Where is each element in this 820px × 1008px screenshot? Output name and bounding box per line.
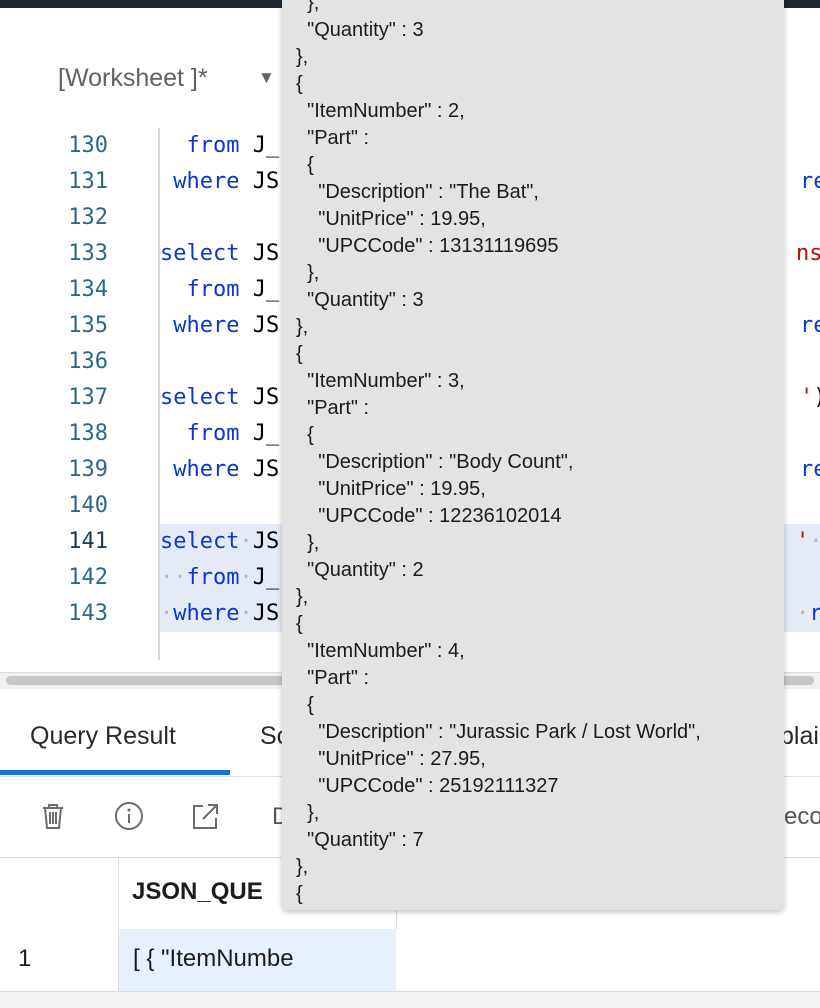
json-line: {	[296, 883, 303, 905]
row-number-header	[0, 858, 119, 930]
code-line-text: where JS	[173, 169, 280, 194]
row-number-cell: 1	[0, 929, 119, 991]
json-line: },	[296, 262, 320, 284]
line-number: 131	[68, 169, 108, 194]
json-line: {	[296, 613, 303, 635]
json-line: },	[296, 46, 309, 68]
json-line: "Quantity" : 3	[296, 289, 424, 311]
code-line-text: ··from·J_	[160, 565, 280, 590]
json-line: "Quantity" : 3	[296, 19, 424, 41]
json-line: "Quantity" : 2	[296, 559, 424, 581]
json-cell[interactable]: [ { "ItemNumbe	[119, 929, 396, 991]
json-line: },	[296, 586, 309, 608]
json-line: "Part" :	[296, 667, 370, 689]
table-row[interactable]: 1 [ { "ItemNumbe	[0, 929, 820, 992]
json-line: "UPCCode" : 25192111327	[296, 775, 559, 797]
json-line: "Part" :	[296, 397, 370, 419]
line-number: 139	[68, 457, 108, 482]
line-number: 136	[68, 349, 108, 374]
code-line-text: where JS	[173, 313, 280, 338]
line-number: 141	[68, 529, 108, 554]
code-line-text: from J_	[186, 133, 280, 158]
json-line: },	[296, 316, 309, 338]
json-line: "Description" : "Jurassic Park / Lost Wo…	[296, 721, 701, 743]
column-header[interactable]: JSON_QUE	[132, 878, 263, 906]
line-number-gutter: 130 131 132 133 134 135 136 137 138 139 140 141 142 1…	[0, 128, 158, 660]
line-number: 138	[68, 421, 108, 446]
json-line: "Quantity" : 7	[296, 829, 424, 851]
tab-explain-partial[interactable]: plain	[780, 722, 820, 751]
json-line: "ItemNumber" : 4,	[296, 640, 465, 662]
json-line: "ItemNumber" : 3,	[296, 370, 465, 392]
json-line: },	[296, 0, 320, 14]
json-line: "UnitPrice" : 27.95,	[296, 748, 486, 770]
code-line-tail: ')	[800, 385, 820, 410]
code-line-text: from J_	[186, 421, 280, 446]
toolbar-records-partial: eco	[784, 803, 820, 830]
json-line: },	[296, 856, 309, 878]
active-tab-indicator	[0, 770, 230, 775]
json-line: "UPCCode" : 13131119695	[296, 235, 559, 257]
row-number: 1	[18, 945, 32, 972]
line-number: 133	[68, 241, 108, 266]
line-number: 134	[68, 277, 108, 302]
code-line-text: from J_	[186, 277, 280, 302]
json-line: {	[296, 343, 303, 365]
code-line-text: select·JS	[160, 529, 280, 554]
json-line: },	[296, 802, 320, 824]
json-line: "Description" : "Body Count",	[296, 451, 574, 473]
json-line: "Part" :	[296, 127, 370, 149]
json-line: "ItemNumber" : 2,	[296, 100, 465, 122]
json-line: {	[296, 154, 314, 176]
line-number: 142	[68, 565, 108, 590]
code-line-text: ·where·JS	[160, 601, 280, 626]
code-line-tail: nst	[796, 241, 820, 266]
worksheet-title[interactable]: [Worksheet ]*	[58, 64, 208, 93]
line-number: 140	[68, 493, 108, 518]
code-line-tail: re	[800, 313, 820, 338]
code-line-tail: '·P	[796, 529, 820, 554]
line-number: 137	[68, 385, 108, 410]
json-line: {	[296, 73, 303, 95]
code-line-tail: re	[800, 169, 820, 194]
json-line: "ItemNumber" : 5,	[296, 908, 784, 910]
json-line: "UnitPrice" : 19.95,	[296, 208, 486, 230]
code-line-text: select JS	[160, 241, 280, 266]
info-icon[interactable]	[114, 801, 144, 831]
tab-query-result[interactable]: Query Result	[30, 722, 176, 751]
code-line-text: select JS	[160, 385, 280, 410]
chevron-down-icon[interactable]: ▼	[258, 68, 275, 88]
code-line-tail: ·re	[796, 601, 820, 626]
json-line: {	[296, 694, 314, 716]
line-number: 130	[68, 133, 108, 158]
line-number: 135	[68, 313, 108, 338]
json-line: "Description" : "The Bat",	[296, 181, 539, 203]
json-preview-popup: }, "Quantity" : 3}, { "ItemNumber" : 2, "…	[282, 0, 784, 910]
json-line: "UnitPrice" : 19.95,	[296, 478, 486, 500]
code-line-text: where JS	[173, 457, 280, 482]
line-number: 132	[68, 205, 108, 230]
external-link-icon[interactable]	[190, 801, 220, 831]
cell-value: [ { "ItemNumbe	[133, 945, 294, 972]
json-line: },	[296, 532, 320, 554]
json-line: "UPCCode" : 12236102014	[296, 505, 562, 527]
code-line-tail: re	[800, 457, 820, 482]
trash-icon[interactable]	[38, 801, 68, 831]
json-line: {	[296, 424, 314, 446]
line-number: 143	[68, 601, 108, 626]
